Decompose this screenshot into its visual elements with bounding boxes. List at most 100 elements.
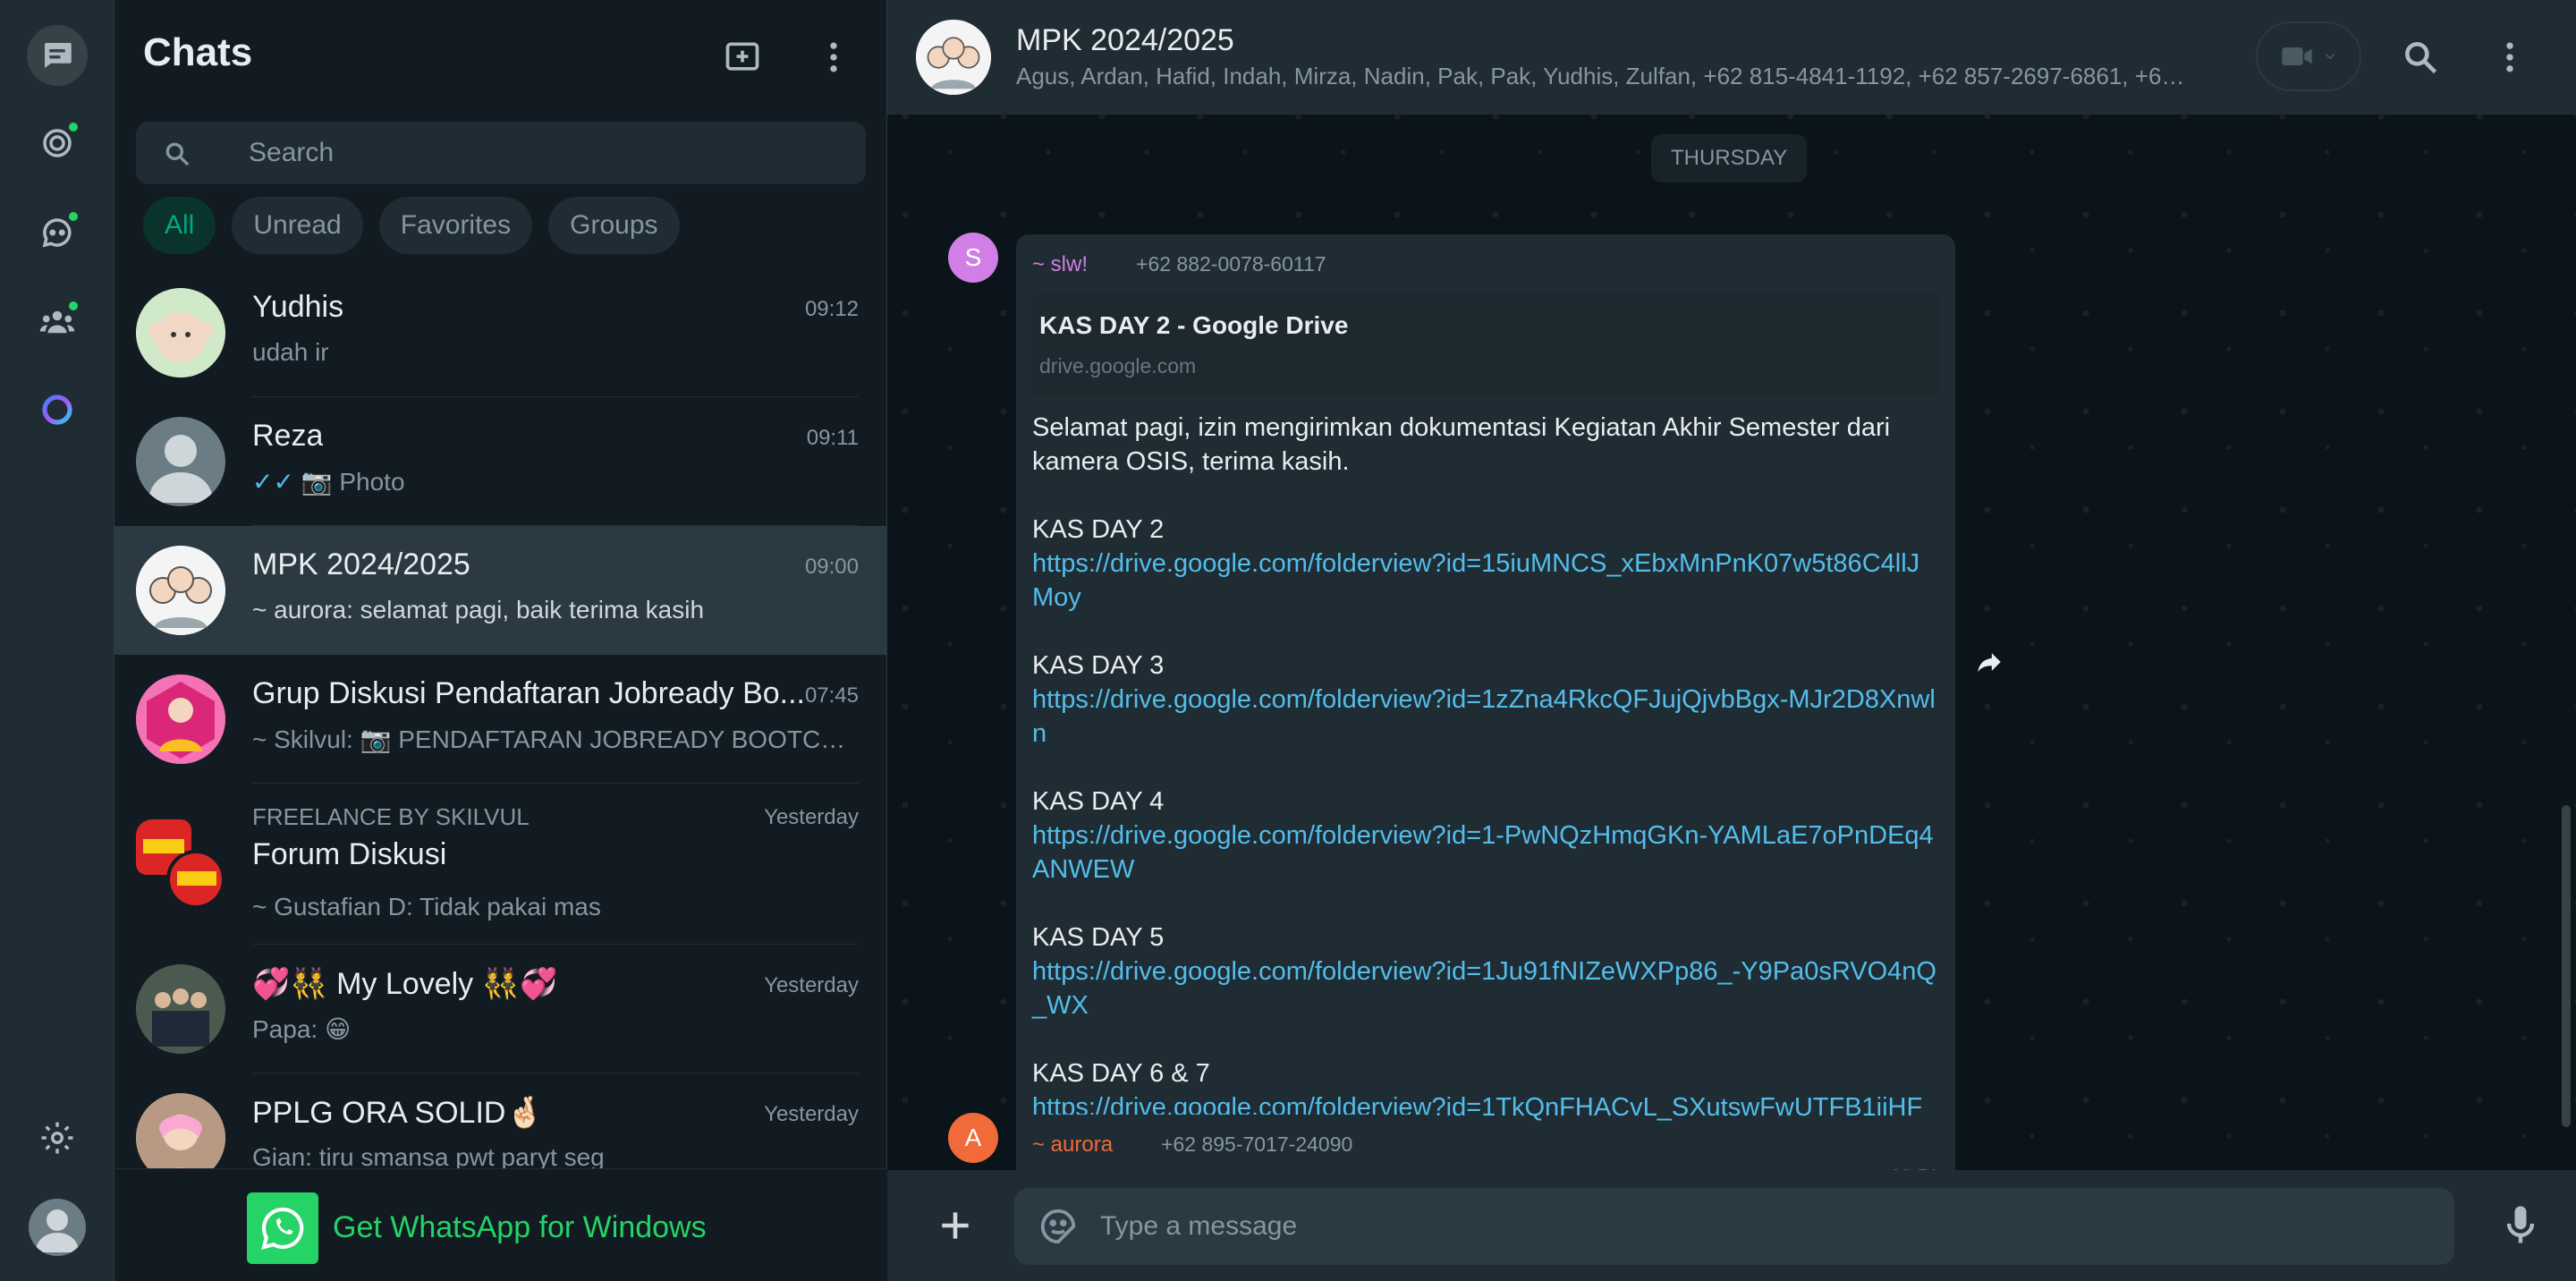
avatar <box>136 546 225 635</box>
chat-preview-row: ✓✓ 📷 Photo <box>252 467 405 496</box>
link-preview-domain: drive.google.com <box>1039 354 1197 378</box>
message-input[interactable] <box>1100 1188 2424 1265</box>
sender-phone: +62 882-0078-60117 <box>1136 252 1326 276</box>
chat-item-body: Grup Diskusi Pendaftaran Jobready Bo... … <box>252 655 859 784</box>
chat-time: 09:11 <box>806 426 859 450</box>
message-text: Selamat pagi, izin mengirimkan dokumenta… <box>1032 411 1939 1158</box>
link-label: KAS DAY 3 <box>1032 651 1165 680</box>
communities-nav-icon[interactable] <box>27 292 88 352</box>
chat-list-panel: Chats All Unread Favorites Groups Yudhis… <box>114 0 887 1281</box>
chat-item-body: MPK 2024/2025 09:00 ~ aurora: selamat pa… <box>252 526 859 655</box>
message-input-box <box>1014 1188 2454 1265</box>
chat-preview: Photo <box>339 468 405 496</box>
filter-favorites[interactable]: Favorites <box>378 197 533 254</box>
chat-time: Yesterday <box>764 1102 859 1126</box>
camera-icon: 📷 <box>301 468 333 496</box>
chat-item-body: 💞👯 My Lovely 👯💞 Yesterday Papa: 😁 <box>252 945 859 1073</box>
conversation-panel: MPK 2024/2025 Agus, Ardan, Hafid, Indah,… <box>887 0 2576 1281</box>
avatar <box>136 288 225 378</box>
community-name: FREELANCE BY SKILVUL <box>252 803 530 830</box>
scrollbar[interactable] <box>2562 805 2571 1127</box>
message-composer <box>887 1170 2576 1281</box>
chat-preview: Papa: 😁 <box>252 1015 352 1043</box>
link-label: KAS DAY 4 <box>1032 787 1165 816</box>
chat-name: Grup Diskusi Pendaftaran Jobready Bo... <box>252 676 805 710</box>
chats-title: Chats <box>143 30 253 74</box>
sender-avatar[interactable]: S <box>948 233 998 283</box>
avatar <box>136 417 225 506</box>
link-label: KAS DAY 5 <box>1032 923 1165 952</box>
link-preview-title: KAS DAY 2 - Google Drive <box>1039 311 1349 339</box>
chat-name: Forum Diskusi <box>252 837 447 871</box>
communities-unread-dot <box>66 299 80 313</box>
chat-item-jobready[interactable]: Grup Diskusi Pendaftaran Jobready Bo... … <box>114 655 887 784</box>
sender-phone: +62 895-7017-24090 <box>1161 1133 1353 1156</box>
conversation-header[interactable]: MPK 2024/2025 Agus, Ardan, Hafid, Indah,… <box>887 0 2576 115</box>
meta-ai-icon[interactable] <box>27 379 88 440</box>
menu-kebab-icon[interactable] <box>810 34 857 81</box>
double-check-icon: ✓✓ <box>252 468 294 496</box>
avatar <box>136 1093 225 1168</box>
status-unread-dot <box>66 120 80 134</box>
channels-unread-dot <box>66 209 80 224</box>
chat-filters: All Unread Favorites Groups <box>143 197 680 254</box>
group-avatar[interactable] <box>916 20 991 95</box>
attach-plus-icon[interactable] <box>928 1199 982 1252</box>
chat-item-reza[interactable]: Reza 09:11 ✓✓ 📷 Photo <box>114 397 887 526</box>
filter-unread[interactable]: Unread <box>232 197 363 254</box>
chat-time: 07:45 <box>804 683 859 708</box>
chat-name: Yudhis <box>252 290 344 324</box>
forward-arrow-icon[interactable] <box>1964 637 2014 687</box>
sticker-emoji-icon[interactable] <box>1038 1206 1079 1247</box>
chat-preview: Gian: tiru smansa pwt paryt seg <box>252 1143 605 1168</box>
chat-item-body: Reza 09:11 ✓✓ 📷 Photo <box>252 397 859 526</box>
chat-item-pplg[interactable]: PPLG ORA SOLID🤞🏻 Yesterday Gian: tiru sm… <box>114 1073 887 1168</box>
whatsapp-logo-icon <box>247 1192 318 1264</box>
chat-list-header: Chats <box>114 0 887 113</box>
channels-nav-icon[interactable] <box>27 202 88 263</box>
sender-name[interactable]: ~ aurora <box>1032 1133 1113 1158</box>
chat-preview: udah ir <box>252 338 329 366</box>
get-whatsapp-banner[interactable]: Get WhatsApp for Windows <box>114 1168 887 1281</box>
search-icon <box>165 142 190 166</box>
navigation-rail <box>0 0 114 1281</box>
filter-all[interactable]: All <box>143 197 216 254</box>
chat-item-yudhis[interactable]: Yudhis 09:12 udah ir <box>114 268 887 397</box>
video-call-button[interactable] <box>2256 21 2361 91</box>
group-title: MPK 2024/2025 <box>1016 23 1234 57</box>
settings-gear-icon[interactable] <box>27 1107 88 1168</box>
status-nav-icon[interactable] <box>27 113 88 174</box>
chat-time: Yesterday <box>764 805 859 829</box>
search-icon[interactable] <box>2397 34 2444 81</box>
chat-item-forum-diskusi[interactable]: FREELANCE BY SKILVUL Forum Diskusi Yeste… <box>114 784 887 945</box>
drive-link[interactable]: https://drive.google.com/folderview?id=1… <box>1032 957 1936 1020</box>
drive-link[interactable]: https://drive.google.com/folderview?id=1… <box>1032 549 1919 612</box>
new-chat-icon[interactable] <box>719 34 766 81</box>
sender-name[interactable]: ~ slw! <box>1032 252 1088 277</box>
microphone-icon[interactable] <box>2497 1200 2544 1251</box>
sender-avatar[interactable]: A <box>948 1113 998 1163</box>
group-members: Agus, Ardan, Hafid, Indah, Mirza, Nadin,… <box>1016 63 2197 89</box>
video-camera-icon <box>2282 47 2312 65</box>
menu-kebab-icon[interactable] <box>2487 34 2533 81</box>
filter-groups[interactable]: Groups <box>548 197 680 254</box>
chat-item-body: Yudhis 09:12 udah ir <box>252 268 859 397</box>
chevron-down-icon <box>2325 54 2335 60</box>
chat-time: Yesterday <box>764 973 859 997</box>
chat-name: Reza <box>252 419 324 453</box>
search-input[interactable] <box>249 122 839 184</box>
chat-item-my-lovely[interactable]: 💞👯 My Lovely 👯💞 Yesterday Papa: 😁 <box>114 945 887 1073</box>
profile-avatar[interactable] <box>29 1199 86 1256</box>
avatar <box>136 964 225 1054</box>
drive-link[interactable]: https://drive.google.com/folderview?id=1… <box>1032 821 1934 884</box>
link-preview-card[interactable]: KAS DAY 2 - Google Drive drive.google.co… <box>1032 293 1939 396</box>
link-label: KAS DAY 2 <box>1032 515 1165 544</box>
drive-link[interactable]: https://drive.google.com/folderview?id=1… <box>1032 685 1936 748</box>
chat-preview: ~ aurora: selamat pagi, baik terima kasi… <box>252 596 705 624</box>
get-app-label: Get WhatsApp for Windows <box>333 1210 707 1244</box>
chats-nav-icon[interactable] <box>27 25 88 86</box>
chat-item-mpk[interactable]: MPK 2024/2025 09:00 ~ aurora: selamat pa… <box>114 526 887 655</box>
message-sender-row: ~ slw! +62 882-0078-60117 <box>1032 252 1939 277</box>
search-box <box>136 122 866 184</box>
chat-name: PPLG ORA SOLID🤞🏻 <box>252 1096 544 1130</box>
